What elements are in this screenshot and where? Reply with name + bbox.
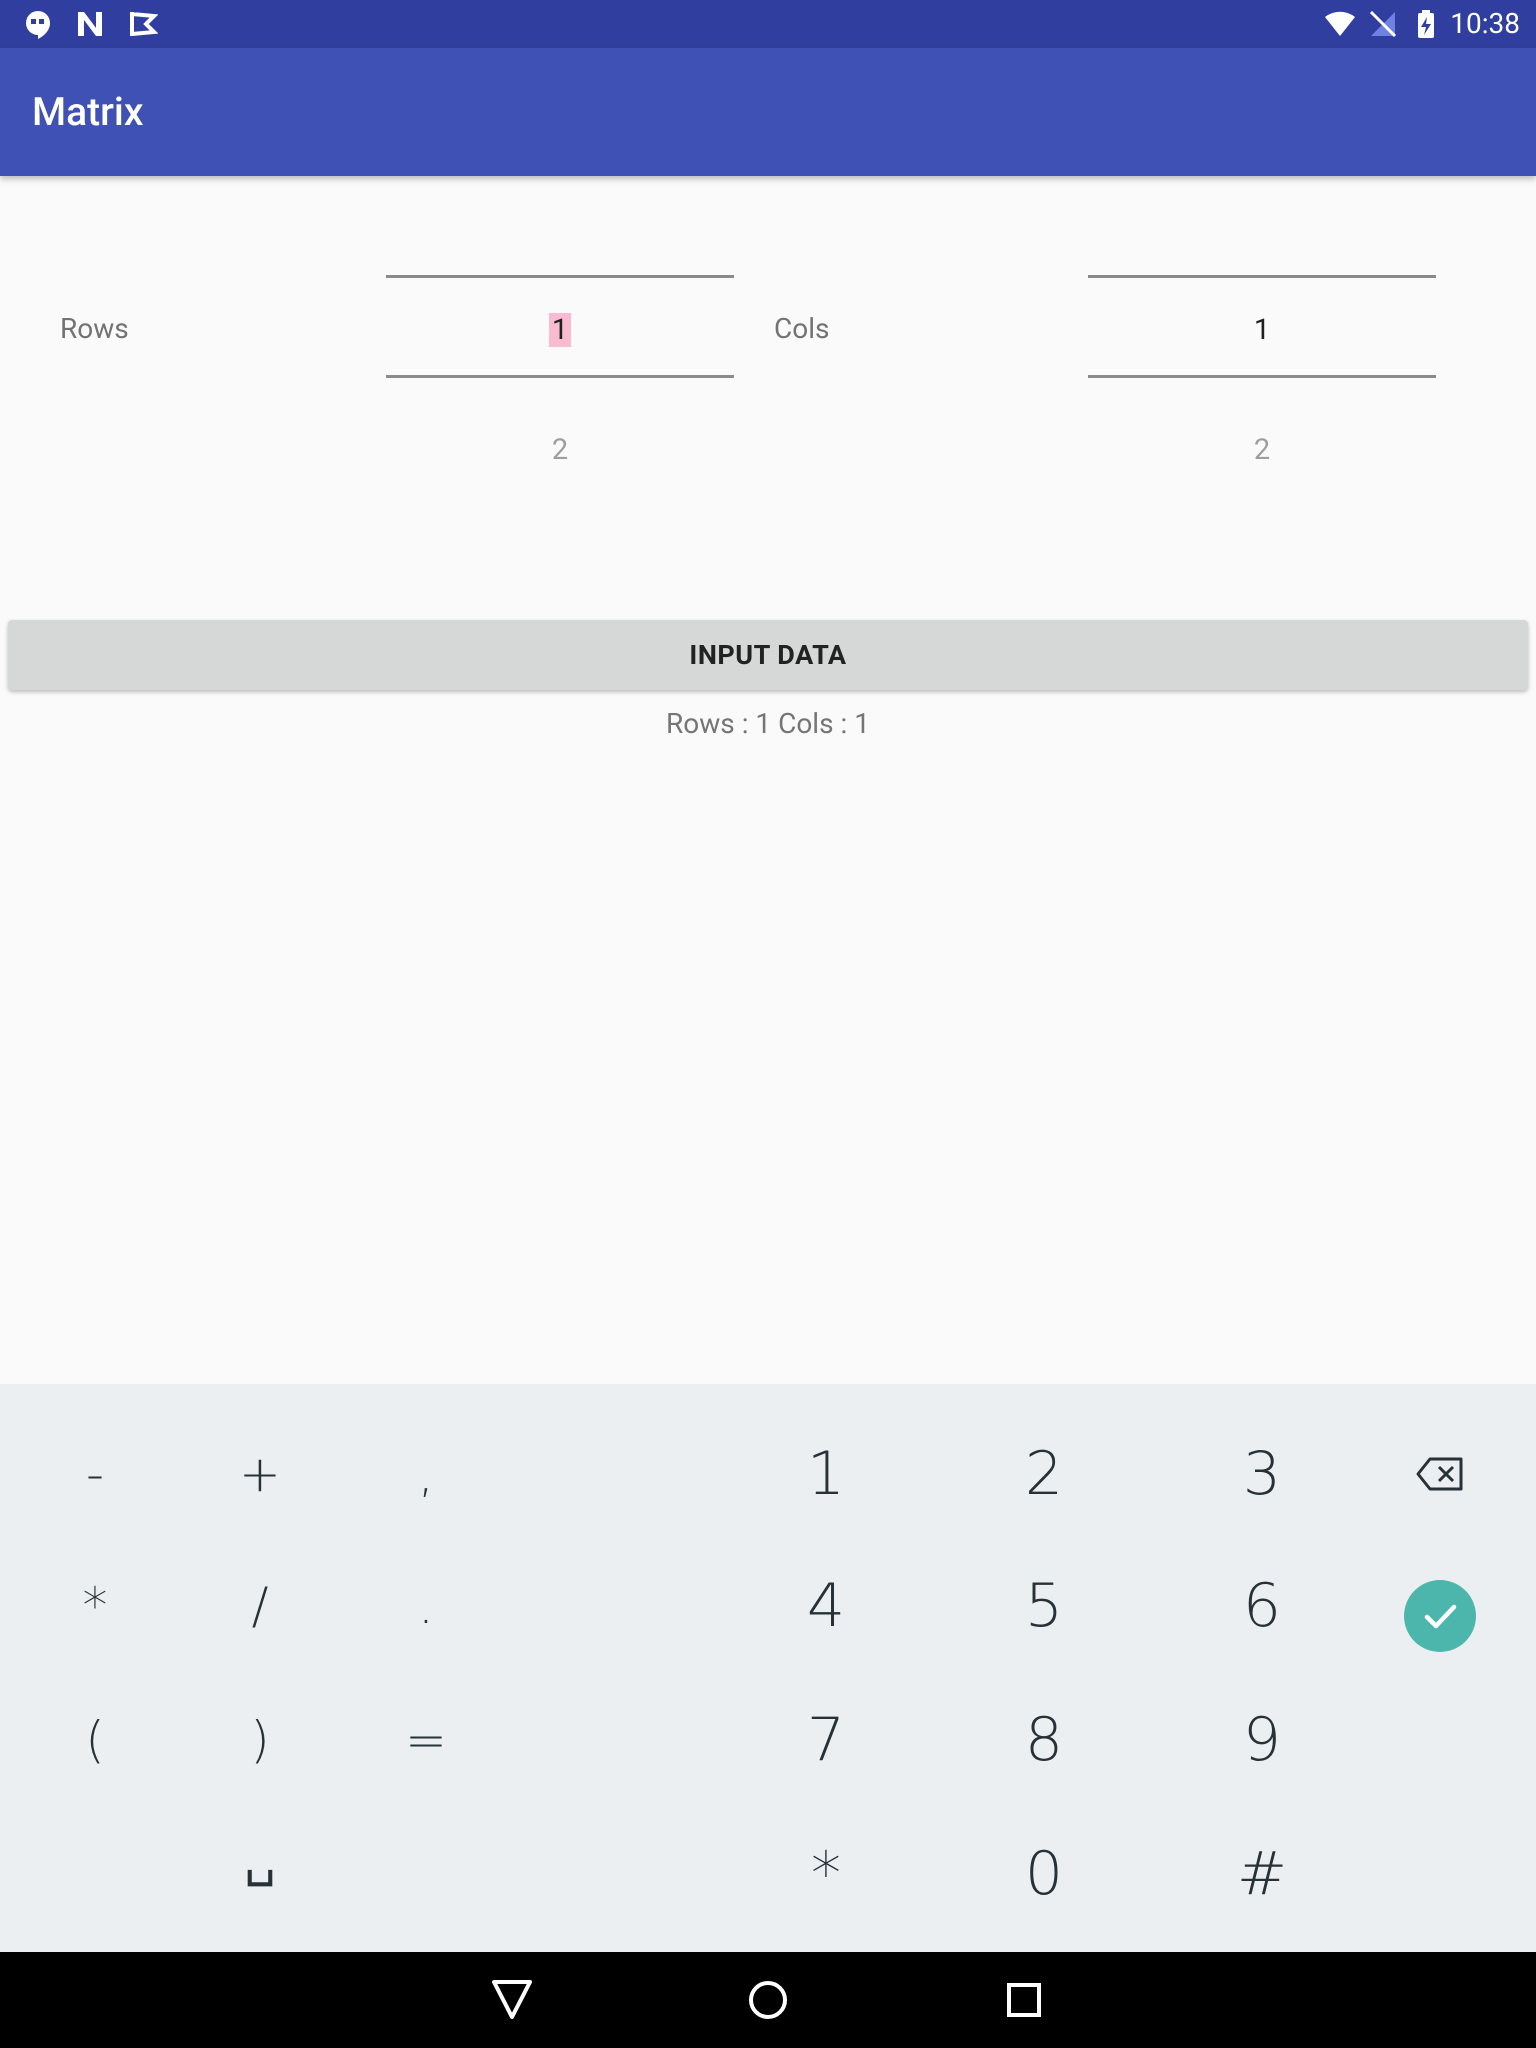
key-open-paren[interactable]: ( bbox=[35, 1690, 155, 1790]
back-icon[interactable] bbox=[482, 1970, 542, 2030]
home-icon[interactable] bbox=[738, 1970, 798, 2030]
key-space[interactable]: ␣ bbox=[200, 1808, 320, 1908]
no-signal-icon bbox=[1369, 10, 1397, 38]
key-close-paren[interactable]: ) bbox=[200, 1690, 320, 1790]
backspace-icon bbox=[1416, 1457, 1463, 1491]
key-asterisk[interactable]: * bbox=[35, 1556, 155, 1656]
rows-picker-top-divider bbox=[386, 275, 734, 278]
input-data-button[interactable]: INPUT DATA bbox=[8, 620, 1528, 690]
cols-picker-top-divider bbox=[1088, 275, 1436, 278]
rows-label: Rows bbox=[60, 312, 129, 345]
cols-label: Cols bbox=[774, 312, 830, 345]
key-5[interactable]: 5 bbox=[984, 1556, 1104, 1656]
check-icon bbox=[1424, 1604, 1457, 1629]
rows-picker-next-value[interactable]: 2 bbox=[386, 430, 734, 470]
key-plus[interactable]: + bbox=[200, 1424, 320, 1524]
status-time: 10:38 bbox=[1450, 7, 1520, 40]
rows-picker-bottom-divider bbox=[386, 375, 734, 378]
key-star[interactable]: * bbox=[766, 1824, 886, 1924]
app-bar: Matrix bbox=[0, 48, 1536, 176]
key-6[interactable]: 6 bbox=[1202, 1556, 1322, 1656]
numeric-keyboard: - + , * / . ( ) = ␣ 1 2 3 4 5 6 7 8 9 * … bbox=[0, 1384, 1536, 1952]
key-2[interactable]: 2 bbox=[984, 1424, 1104, 1524]
key-3[interactable]: 3 bbox=[1202, 1424, 1322, 1524]
key-slash[interactable]: / bbox=[200, 1556, 320, 1656]
key-4[interactable]: 4 bbox=[766, 1556, 886, 1656]
wifi-icon bbox=[1325, 11, 1355, 36]
done-key[interactable] bbox=[1404, 1580, 1476, 1652]
cols-picker-next-value[interactable]: 2 bbox=[1088, 430, 1436, 470]
key-0[interactable]: 0 bbox=[984, 1824, 1104, 1924]
cols-picker-bottom-divider bbox=[1088, 375, 1436, 378]
key-period[interactable]: . bbox=[366, 1556, 486, 1656]
key-minus[interactable]: - bbox=[35, 1424, 155, 1524]
backspace-key[interactable] bbox=[1380, 1424, 1500, 1524]
key-9[interactable]: 9 bbox=[1202, 1690, 1322, 1790]
status-bar: 10:38 bbox=[0, 0, 1536, 48]
rows-picker-selected[interactable]: 1 bbox=[386, 310, 734, 350]
key-8[interactable]: 8 bbox=[984, 1690, 1104, 1790]
hangouts-icon bbox=[26, 11, 50, 39]
n-icon bbox=[78, 12, 102, 36]
rows-selected-value[interactable]: 1 bbox=[548, 313, 572, 347]
navigation-bar bbox=[0, 1952, 1536, 2048]
key-hash[interactable]: # bbox=[1202, 1824, 1322, 1924]
rows-number-picker[interactable]: 1 2 bbox=[386, 270, 734, 490]
key-comma[interactable]: , bbox=[366, 1424, 486, 1524]
check-flag-icon bbox=[130, 12, 158, 36]
result-text: Rows : 1 Cols : 1 bbox=[666, 707, 870, 740]
cols-number-picker[interactable]: 1 2 bbox=[1088, 270, 1436, 490]
key-1[interactable]: 1 bbox=[766, 1424, 886, 1524]
recents-icon[interactable] bbox=[994, 1970, 1054, 2030]
app-title: Matrix bbox=[32, 89, 144, 135]
key-7[interactable]: 7 bbox=[766, 1690, 886, 1790]
battery-charging-icon bbox=[1418, 10, 1434, 38]
cols-picker-selected[interactable]: 1 bbox=[1088, 310, 1436, 350]
key-equals[interactable]: = bbox=[366, 1690, 486, 1790]
